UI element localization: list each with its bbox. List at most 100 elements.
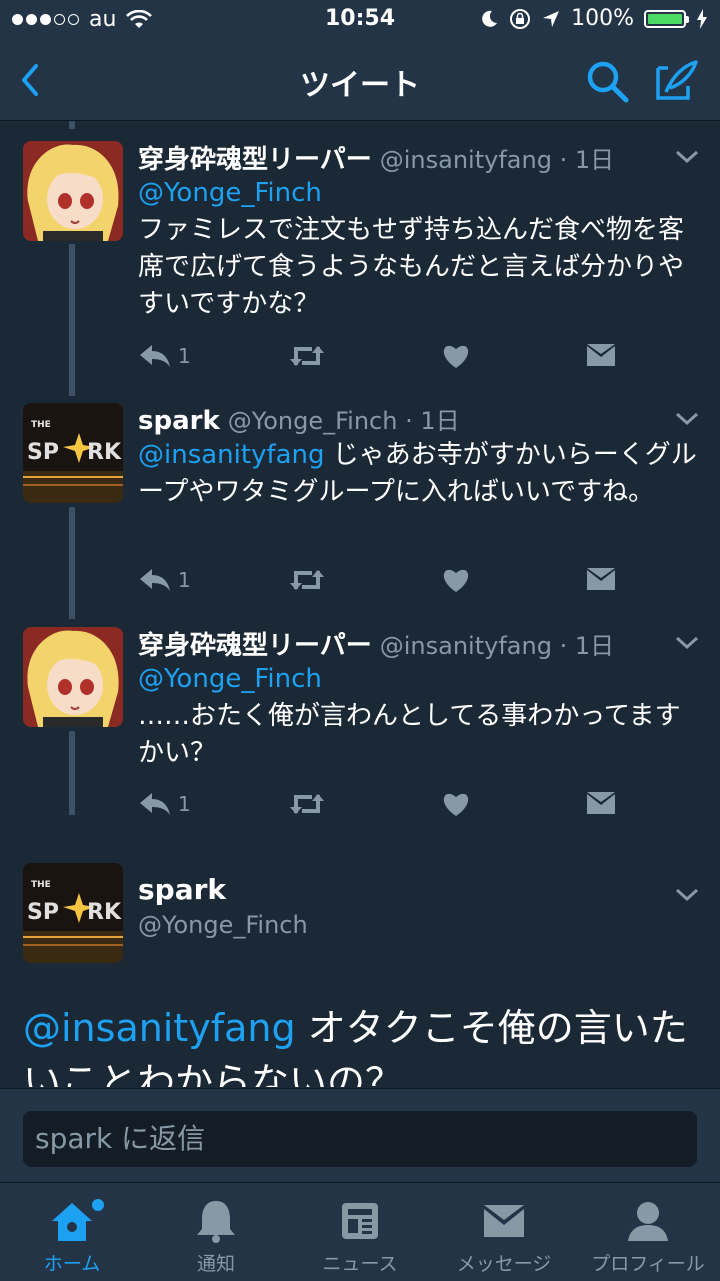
envelope-icon [587,568,615,590]
battery-percent: 100% [571,6,634,31]
retweet-button[interactable] [288,791,326,817]
svg-text:RK: RK [87,440,122,465]
reply-icon [140,793,170,815]
user-name[interactable]: 穿身砕魂型リーパー [138,631,372,661]
news-icon [342,1203,378,1239]
mention-link[interactable]: @Yonge_Finch [138,664,322,694]
retweet-button[interactable] [288,567,326,593]
compose-icon[interactable] [652,56,700,104]
status-right: 100% [479,6,708,31]
avatar[interactable] [23,141,123,241]
focused-tweet[interactable]: THE SP RK spark @Yonge_Finch @insanityfa… [0,851,720,1087]
tweet-item[interactable]: 穿身砕魂型リーパー @insanityfang · 1日 @Yonge_Finch… [0,121,720,381]
retweet-icon [290,346,324,366]
reply-button[interactable]: 1 [138,343,191,369]
tweet-header: 穿身砕魂型リーパー @insanityfang · 1日 [138,139,614,176]
heart-icon [443,569,469,592]
like-button[interactable] [442,343,470,369]
tab-home[interactable]: ホーム [0,1183,144,1281]
reply-count: 1 [178,568,191,592]
reply-icon [140,345,170,367]
user-handle: @insanityfang · 1日 [379,146,615,174]
reply-button[interactable]: 1 [138,567,191,593]
tweet-actions: 1 [138,567,638,607]
reply-count: 1 [178,792,191,816]
reply-input[interactable]: spark に返信 [23,1111,697,1167]
retweet-icon [290,794,324,814]
tweet-header: spark @Yonge_Finch · 1日 [138,401,460,436]
tweet-text: @Yonge_Finch ……おたく俺が言わんとしてる事わかってますかい？ [138,661,698,772]
tab-label: ホーム [43,1253,101,1275]
svg-text:RK: RK [87,900,122,925]
notification-dot [92,1199,104,1211]
tweet-timeline[interactable]: 穿身砕魂型リーパー @insanityfang · 1日 @Yonge_Finch… [0,121,720,1087]
tweet-item[interactable]: 穿身砕魂型リーパー @insanityfang · 1日 @Yonge_Finch… [0,607,720,829]
reply-button[interactable]: 1 [138,791,191,817]
charging-icon [697,8,707,29]
user-name[interactable]: spark [138,406,220,436]
user-handle: @Yonge_Finch [138,911,308,939]
mention-link[interactable]: @Yonge_Finch [138,178,322,208]
tweet-actions: 1 [138,343,638,383]
battery-icon [644,9,689,28]
chevron-down-icon[interactable] [674,887,700,903]
tweet-text: @insanityfang オタクこそ俺の言いたいことわからないの？ [23,1001,703,1087]
like-button[interactable] [442,791,470,817]
like-button[interactable] [442,567,470,593]
reply-icon [140,569,170,591]
envelope-icon [587,344,615,366]
svg-text:THE: THE [31,420,51,430]
avatar[interactable]: THE SP RK [23,863,123,963]
dm-button[interactable] [586,567,616,591]
chevron-down-icon[interactable] [674,635,700,651]
mention-link[interactable]: @insanityfang [138,440,325,470]
tab-label: ニュース [322,1253,398,1275]
envelope-icon [484,1205,524,1237]
moon-icon [482,10,498,27]
tab-news[interactable]: ニュース [288,1183,432,1281]
tab-label: メッセージ [456,1253,552,1275]
heart-icon [443,793,469,816]
user-handle: @insanityfang · 1日 [379,632,615,660]
search-icon[interactable] [584,58,630,104]
tweet-text: @insanityfang じゃあお寺がすかいらーくグループやワタミグループに入… [138,437,698,511]
heart-icon [443,345,469,368]
tab-label: プロフィール [591,1253,705,1275]
reply-count: 1 [178,344,191,368]
tweet-header: 穿身砕魂型リーパー @insanityfang · 1日 [138,625,614,662]
mention-link[interactable]: @insanityfang [23,1006,296,1050]
chevron-down-icon[interactable] [674,149,700,165]
tab-profile[interactable]: プロフィール [576,1183,720,1281]
nav-bar: ツイート [0,40,720,121]
tab-messages[interactable]: メッセージ [432,1183,576,1281]
dm-button[interactable] [586,791,616,815]
user-name[interactable]: 穿身砕魂型リーパー [138,145,372,175]
status-bar: au 10:54 100% [0,0,720,40]
tweet-item[interactable]: THE SP RK spark @Yonge_Finch · 1日 @insani… [0,383,720,605]
bell-icon [197,1201,235,1243]
dm-button[interactable] [586,343,616,367]
chevron-down-icon[interactable] [674,411,700,427]
svg-text:SP: SP [27,900,59,925]
location-icon [543,10,560,27]
user-handle: @Yonge_Finch · 1日 [227,407,460,435]
reply-bar: spark に返信 [0,1088,720,1183]
svg-text:SP: SP [27,440,59,465]
avatar[interactable]: THE SP RK [23,403,123,503]
retweet-icon [290,570,324,590]
tweet-text: @Yonge_Finch ファミレスで注文もせず持ち込んだ食べ物を客席で広げて食… [138,175,698,323]
tweet-body: ファミレスで注文もせず持ち込んだ食べ物を客席で広げて食うようなもんだと言えば分か… [138,215,685,319]
retweet-button[interactable] [288,343,326,369]
tab-notifications[interactable]: 通知 [144,1183,288,1281]
person-icon [628,1202,668,1241]
tab-label: 通知 [196,1253,235,1275]
home-icon [52,1203,92,1241]
user-name[interactable]: spark [138,873,226,906]
svg-text:THE: THE [31,880,51,890]
avatar[interactable] [23,627,123,727]
tweet-body: ……おたく俺が言わんとしてる事わかってますかい？ [138,701,681,768]
tweet-actions: 1 [138,791,638,831]
envelope-icon [587,792,615,814]
rotation-lock-icon [510,8,531,29]
tab-bar: ホーム 通知 ニュース メッセージ プロフィール [0,1182,720,1281]
